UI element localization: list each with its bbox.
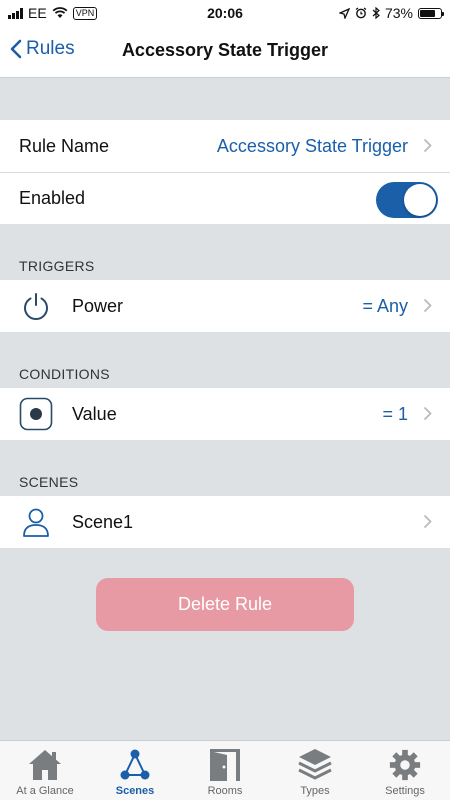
rule-name-label: Rule Name bbox=[19, 135, 110, 156]
house-icon bbox=[27, 747, 63, 783]
rule-name-row[interactable]: Rule Name Accessory State Trigger bbox=[0, 120, 450, 172]
power-icon bbox=[19, 289, 53, 323]
triggers-group: Power = Any bbox=[0, 280, 450, 332]
trigger-row-power[interactable]: Power = Any bbox=[0, 280, 450, 332]
tab-label: Types bbox=[300, 785, 330, 797]
battery-fill bbox=[420, 9, 435, 17]
status-bar: EE VPN 20:06 73% bbox=[0, 0, 450, 26]
gear-icon bbox=[387, 747, 423, 783]
rule-name-value: Accessory State Trigger bbox=[216, 135, 408, 156]
chevron-right-icon bbox=[423, 298, 432, 313]
scene-row-scene1[interactable]: Scene1 bbox=[0, 496, 450, 548]
scene-label: Scene1 bbox=[72, 511, 134, 532]
location-icon bbox=[338, 7, 350, 19]
enabled-label: Enabled bbox=[19, 188, 86, 208]
tab-label: At a Glance bbox=[16, 785, 74, 797]
tab-rooms[interactable]: Rooms bbox=[180, 741, 270, 800]
tab-bar: At a Glance Scenes Rooms Types Settings bbox=[0, 740, 450, 800]
tab-scenes[interactable]: Scenes bbox=[90, 741, 180, 800]
back-label: Rules bbox=[26, 38, 75, 59]
tab-label: Rooms bbox=[207, 785, 243, 797]
enabled-row: Enabled bbox=[0, 172, 450, 224]
radio-button-icon bbox=[19, 397, 53, 431]
conditions-group: Value = 1 bbox=[0, 388, 450, 440]
rule-settings-group: Rule Name Accessory State Trigger Enable… bbox=[0, 120, 450, 224]
trigger-label: Power bbox=[72, 295, 124, 316]
person-icon bbox=[19, 505, 53, 539]
trigger-value: = Any bbox=[362, 295, 408, 316]
tab-label: Scenes bbox=[115, 785, 155, 797]
layers-icon bbox=[297, 747, 333, 783]
condition-label: Value bbox=[72, 403, 117, 424]
chevron-left-icon bbox=[10, 39, 22, 59]
condition-row-value[interactable]: Value = 1 bbox=[0, 388, 450, 440]
scenes-header: SCENES bbox=[19, 474, 79, 490]
toggle-knob bbox=[404, 184, 436, 216]
chevron-right-icon bbox=[423, 138, 432, 153]
tab-settings[interactable]: Settings bbox=[360, 741, 450, 800]
delete-rule-button[interactable]: Delete Rule bbox=[96, 578, 354, 631]
battery-percent: 73% bbox=[384, 5, 413, 21]
alarm-icon bbox=[355, 7, 367, 19]
tab-at-a-glance[interactable]: At a Glance bbox=[0, 741, 90, 800]
enabled-toggle[interactable] bbox=[376, 182, 438, 218]
condition-value: = 1 bbox=[382, 403, 408, 424]
back-button[interactable]: Rules bbox=[10, 38, 75, 60]
scenes-icon bbox=[117, 747, 153, 783]
status-right: 73% bbox=[338, 5, 444, 21]
chevron-right-icon bbox=[423, 406, 432, 421]
navigation-bar: Rules Accessory State Trigger bbox=[0, 26, 450, 78]
bluetooth-icon bbox=[372, 7, 380, 19]
scenes-group: Scene1 bbox=[0, 496, 450, 548]
conditions-header: CONDITIONS bbox=[19, 366, 110, 382]
tab-types[interactable]: Types bbox=[270, 741, 360, 800]
chevron-right-icon bbox=[423, 514, 432, 529]
tab-label: Settings bbox=[385, 785, 425, 797]
door-icon bbox=[207, 747, 243, 783]
triggers-header: TRIGGERS bbox=[19, 258, 95, 274]
battery-icon bbox=[418, 7, 444, 19]
